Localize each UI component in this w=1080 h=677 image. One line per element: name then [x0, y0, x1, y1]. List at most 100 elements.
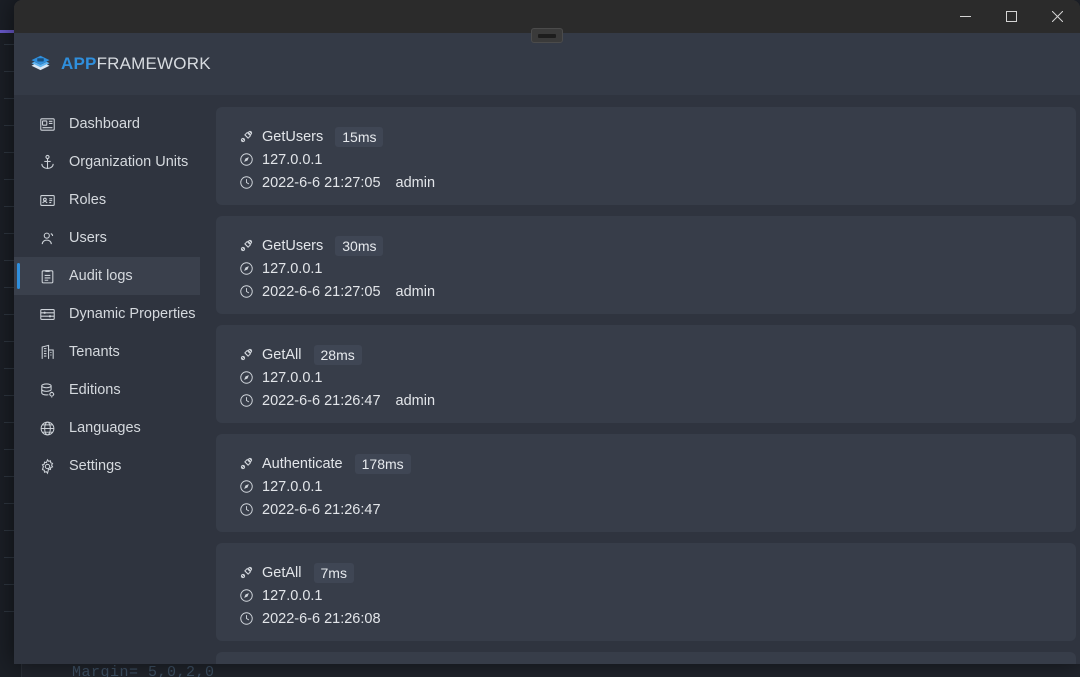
audit-log-duration-badge: 30ms — [335, 235, 384, 256]
sidebar-item-roles[interactable]: Roles — [14, 181, 200, 219]
audit-log-duration-badge: 28ms — [313, 344, 362, 365]
audit-log-action: GetUsers — [262, 128, 324, 145]
audit-log-action: GetUsers — [262, 237, 324, 254]
database-gear-icon — [39, 382, 56, 399]
sidebar-item-organization-units[interactable]: Organization Units — [14, 143, 200, 181]
clipboard-icon — [39, 268, 56, 285]
audit-log-action-line: GetAll 28ms — [238, 343, 1076, 366]
sidebar-item-tenants[interactable]: Tenants — [14, 333, 200, 371]
sidebar-item-label: Organization Units — [69, 154, 189, 170]
brand-logo-group[interactable]: APPFRAMEWORK — [29, 50, 211, 78]
window-minimize-button[interactable] — [942, 0, 988, 33]
audit-log-action: GetAll — [262, 346, 302, 363]
audit-log-timestamp: 2022-6-6 21:26:08 — [262, 610, 381, 627]
audit-log-ip-line: 127.0.0.1 — [238, 366, 1076, 389]
audit-log-ip: 127.0.0.1 — [262, 151, 323, 168]
compass-icon — [238, 261, 254, 277]
sidebar-item-label: Settings — [69, 458, 122, 474]
audit-log-user: admin — [395, 392, 436, 409]
window-maximize-button[interactable] — [988, 0, 1034, 33]
audit-log-time-line: 2022-6-6 21:26:08 — [238, 607, 1076, 630]
audit-log-card[interactable] — [216, 652, 1076, 664]
background-code-text: Margin= 5,0,2,0 — [72, 664, 215, 677]
plug-icon — [238, 238, 254, 254]
sidebar-item-audit-logs[interactable]: Audit logs — [14, 257, 200, 295]
sidebar-item-users[interactable]: Users — [14, 219, 200, 257]
audit-log-duration-badge: 7ms — [313, 562, 354, 583]
globe-icon — [39, 420, 56, 437]
audit-log-user: admin — [395, 174, 436, 191]
compass-icon — [238, 370, 254, 386]
clock-icon — [238, 611, 254, 627]
audit-log-card[interactable]: GetAll 7ms 127.0.0.1 2022-6-6 21:26:08 — [216, 543, 1076, 641]
audit-log-action-line: GetUsers 30ms — [238, 234, 1076, 257]
audit-log-action-line: GetUsers 15ms — [238, 125, 1076, 148]
audit-log-time-line: 2022-6-6 21:27:05 admin — [238, 280, 1076, 303]
desktop-background: Margin= 5,0,2,0 APPFRAMEWORK Dashboard O… — [0, 0, 1080, 677]
audit-log-timestamp: 2022-6-6 21:27:05 — [262, 283, 381, 300]
sliders-icon — [39, 306, 56, 323]
brand-text-primary: APP — [61, 54, 97, 73]
audit-log-ip: 127.0.0.1 — [262, 369, 323, 386]
sidebar-item-label: Languages — [69, 420, 141, 436]
audit-log-time-line: 2022-6-6 21:26:47 admin — [238, 389, 1076, 412]
layers-stack-icon — [29, 50, 52, 78]
clock-icon — [238, 284, 254, 300]
audit-log-timestamp: 2022-6-6 21:26:47 — [262, 501, 381, 518]
compass-icon — [238, 479, 254, 495]
sidebar-item-label: Dashboard — [69, 116, 140, 132]
audit-log-ip: 127.0.0.1 — [262, 587, 323, 604]
audit-log-card[interactable]: GetAll 28ms 127.0.0.1 2022-6-6 21:26:47 admi… — [216, 325, 1076, 423]
window-drag-handle[interactable] — [531, 28, 563, 43]
audit-log-card[interactable]: GetUsers 15ms 127.0.0.1 2022-6-6 21:27:05 ad… — [216, 107, 1076, 205]
compass-icon — [238, 152, 254, 168]
audit-log-time-line: 2022-6-6 21:27:05 admin — [238, 171, 1076, 194]
audit-log-ip-line: 127.0.0.1 — [238, 475, 1076, 498]
sidebar-item-languages[interactable]: Languages — [14, 409, 200, 447]
audit-log-ip-line: 127.0.0.1 — [238, 148, 1076, 171]
audit-log-timestamp: 2022-6-6 21:26:47 — [262, 392, 381, 409]
audit-log-time-line: 2022-6-6 21:26:47 — [238, 498, 1076, 521]
audit-log-user: admin — [395, 283, 436, 300]
sidebar-item-label: Users — [69, 230, 107, 246]
sidebar: Dashboard Organization Units Roles Users Aud… — [14, 95, 200, 664]
audit-log-ip-line: 127.0.0.1 — [238, 257, 1076, 280]
anchor-icon — [39, 154, 56, 171]
audit-log-action-line: Authenticate 178ms — [238, 452, 1076, 475]
audit-log-duration-badge: 15ms — [335, 126, 384, 147]
clock-icon — [238, 502, 254, 518]
plug-icon — [238, 456, 254, 472]
clock-icon — [238, 393, 254, 409]
plug-icon — [238, 565, 254, 581]
building-icon — [39, 344, 56, 361]
audit-log-timestamp: 2022-6-6 21:27:05 — [262, 174, 381, 191]
sidebar-item-settings[interactable]: Settings — [14, 447, 200, 485]
audit-log-action-line: GetAll 7ms — [238, 561, 1076, 584]
sidebar-item-label: Audit logs — [69, 268, 133, 284]
clock-icon — [238, 175, 254, 191]
audit-log-duration-badge: 178ms — [354, 453, 411, 474]
audit-log-ip: 127.0.0.1 — [262, 478, 323, 495]
brand-text-secondary: FRAMEWORK — [96, 54, 211, 73]
audit-log-ip: 127.0.0.1 — [262, 260, 323, 277]
user-icon — [39, 230, 56, 247]
audit-logs-list: GetUsers 15ms 127.0.0.1 2022-6-6 21:27:05 ad… — [200, 95, 1080, 664]
sidebar-item-label: Tenants — [69, 344, 120, 360]
compass-icon — [238, 588, 254, 604]
app-window: APPFRAMEWORK Dashboard Organization Units… — [14, 0, 1080, 664]
sidebar-item-editions[interactable]: Editions — [14, 371, 200, 409]
sidebar-item-label: Roles — [69, 192, 107, 208]
audit-log-ip-line: 127.0.0.1 — [238, 584, 1076, 607]
plug-icon — [238, 347, 254, 363]
sidebar-item-label: Editions — [69, 382, 121, 398]
window-close-button[interactable] — [1034, 0, 1080, 33]
id-card-icon — [39, 192, 56, 209]
sidebar-item-dynamic-properties[interactable]: Dynamic Properties — [14, 295, 200, 333]
sidebar-item-dashboard[interactable]: Dashboard — [14, 105, 200, 143]
audit-log-card[interactable]: Authenticate 178ms 127.0.0.1 2022-6-6 21:26… — [216, 434, 1076, 532]
audit-log-action: GetAll — [262, 564, 302, 581]
window-body: Dashboard Organization Units Roles Users Aud… — [14, 95, 1080, 664]
dashboard-icon — [39, 116, 56, 133]
gear-icon — [39, 458, 56, 475]
audit-log-card[interactable]: GetUsers 30ms 127.0.0.1 2022-6-6 21:27:05 ad… — [216, 216, 1076, 314]
